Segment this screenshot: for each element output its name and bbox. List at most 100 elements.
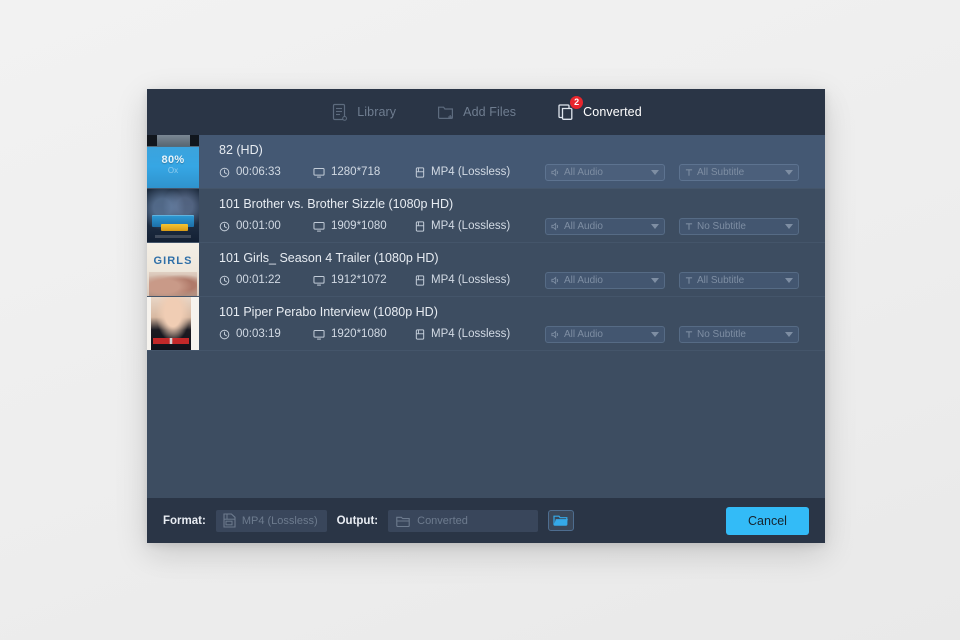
folder-open-icon xyxy=(553,514,569,527)
clock-icon xyxy=(219,221,230,232)
row-selects: All Audio All Subtitle xyxy=(545,272,799,289)
top-nav: Library Add Files xyxy=(328,100,644,124)
chevron-down-icon xyxy=(651,224,659,229)
audio-track-select[interactable]: All Audio xyxy=(545,218,665,235)
monitor-icon xyxy=(313,221,325,232)
file-format-icon xyxy=(415,329,425,340)
format-meta: MP4 (Lossless) xyxy=(415,220,535,232)
resolution-value: 1912*1072 xyxy=(331,274,387,286)
audio-track-value: All Audio xyxy=(564,329,647,340)
subtitle-t-icon xyxy=(685,222,693,231)
nav-item-converted-label: Converted xyxy=(583,105,642,119)
clock-icon xyxy=(219,275,230,286)
nav-item-library[interactable]: Library xyxy=(328,100,398,124)
file-title: 101 Piper Perabo Interview (1080p HD) xyxy=(219,305,811,319)
chevron-down-icon xyxy=(651,278,659,283)
thumbnail-overlay-text: GIRLS xyxy=(147,255,199,267)
duration-meta: 00:01:00 xyxy=(219,220,313,232)
nav-item-add-files-label: Add Files xyxy=(463,105,516,119)
speaker-icon xyxy=(551,222,560,231)
chevron-down-icon xyxy=(785,278,793,283)
duration-value: 00:03:19 xyxy=(236,328,281,340)
folder-icon xyxy=(396,515,410,527)
format-meta: MP4 (Lossless) xyxy=(415,328,535,340)
converted-file-list[interactable]: 80% Ox 82 (HD) 00:06:33 1280*718 xyxy=(147,135,825,498)
subtitle-track-select[interactable]: No Subtitle xyxy=(679,218,799,235)
row-body: 82 (HD) 00:06:33 1280*718 MP4 (Lossle xyxy=(199,135,825,188)
file-title: 82 (HD) xyxy=(219,143,811,157)
document-list-icon xyxy=(330,102,349,122)
subtitle-t-icon xyxy=(685,168,693,177)
folder-plus-icon xyxy=(436,102,455,122)
nav-item-converted[interactable]: 2 Converted xyxy=(554,100,644,124)
speaker-icon xyxy=(551,330,560,339)
chevron-down-icon xyxy=(785,170,793,175)
desktop-background: Library Add Files xyxy=(0,0,960,640)
format-value: MP4 (Lossless) xyxy=(431,220,510,232)
subtitle-track-value: All Subtitle xyxy=(697,275,781,286)
thumbnail: 80% Ox xyxy=(147,135,199,188)
speaker-icon xyxy=(551,168,560,177)
row-selects: All Audio No Subtitle xyxy=(545,218,799,235)
file-meta: 00:06:33 1280*718 MP4 (Lossless) xyxy=(219,164,811,181)
file-format-icon xyxy=(415,275,425,286)
duration-value: 00:01:22 xyxy=(236,274,281,286)
subtitle-track-value: All Subtitle xyxy=(697,167,781,178)
format-meta: MP4 (Lossless) xyxy=(415,166,535,178)
dialog-footer: Format: MP4 (Lossless) Output: Converted xyxy=(147,498,825,543)
resolution-meta: 1920*1080 xyxy=(313,328,415,340)
subtitle-track-value: No Subtitle xyxy=(697,221,781,232)
duration-meta: 00:03:19 xyxy=(219,328,313,340)
audio-track-select[interactable]: All Audio xyxy=(545,272,665,289)
table-row[interactable]: 101 Brother vs. Brother Sizzle (1080p HD… xyxy=(147,189,825,243)
thumbnail: GIRLS xyxy=(147,243,199,296)
subtitle-track-select[interactable]: All Subtitle xyxy=(679,272,799,289)
file-format-icon xyxy=(415,221,425,232)
thumbnail xyxy=(147,297,199,350)
monitor-icon xyxy=(313,167,325,178)
chevron-down-icon xyxy=(785,332,793,337)
monitor-icon xyxy=(313,329,325,340)
audio-track-value: All Audio xyxy=(564,167,647,178)
clock-icon xyxy=(219,167,230,178)
subtitle-track-select[interactable]: All Subtitle xyxy=(679,164,799,181)
format-label: Format: xyxy=(163,515,206,527)
file-meta: 00:01:00 1909*1080 MP4 (Lossless) xyxy=(219,218,811,235)
table-row[interactable]: 101 Piper Perabo Interview (1080p HD) 00… xyxy=(147,297,825,351)
row-body: 101 Girls_ Season 4 Trailer (1080p HD) 0… xyxy=(199,243,825,296)
file-meta: 00:03:19 1920*1080 MP4 (Lossless) xyxy=(219,326,811,343)
format-value: MP4 (Lossless) xyxy=(431,166,510,178)
thumbnail-overlay-subtext: Ox xyxy=(147,166,199,175)
subtitle-track-select[interactable]: No Subtitle xyxy=(679,326,799,343)
chevron-down-icon xyxy=(651,170,659,175)
audio-track-select[interactable]: All Audio xyxy=(545,164,665,181)
table-row[interactable]: GIRLS 101 Girls_ Season 4 Trailer (1080p… xyxy=(147,243,825,297)
table-row[interactable]: 80% Ox 82 (HD) 00:06:33 1280*718 xyxy=(147,135,825,189)
output-path-input[interactable]: Converted xyxy=(388,510,538,532)
format-selector[interactable]: MP4 (Lossless) xyxy=(216,510,327,532)
format-value: MP4 (Lossless) xyxy=(431,274,510,286)
resolution-meta: 1912*1072 xyxy=(313,274,415,286)
file-copy-icon: 2 xyxy=(556,102,575,122)
audio-track-select[interactable]: All Audio xyxy=(545,326,665,343)
row-body: 101 Brother vs. Brother Sizzle (1080p HD… xyxy=(199,189,825,242)
nav-item-library-label: Library xyxy=(357,105,396,119)
resolution-value: 1920*1080 xyxy=(331,328,387,340)
thumbnail-overlay-text: 80% xyxy=(147,154,199,166)
file-title: 101 Girls_ Season 4 Trailer (1080p HD) xyxy=(219,251,811,265)
subtitle-track-value: No Subtitle xyxy=(697,329,781,340)
converted-dialog-window: Library Add Files xyxy=(147,89,825,543)
dialog-titlebar: Library Add Files xyxy=(147,89,825,135)
resolution-value: 1280*718 xyxy=(331,166,380,178)
monitor-icon xyxy=(313,275,325,286)
browse-folder-button[interactable] xyxy=(548,510,574,531)
converted-count-badge: 2 xyxy=(570,96,583,109)
row-selects: All Audio All Subtitle xyxy=(545,164,799,181)
resolution-value: 1909*1080 xyxy=(331,220,387,232)
subtitle-t-icon xyxy=(685,330,693,339)
audio-track-value: All Audio xyxy=(564,221,647,232)
file-format-icon xyxy=(415,167,425,178)
cancel-button[interactable]: Cancel xyxy=(726,507,809,535)
nav-item-add-files[interactable]: Add Files xyxy=(434,100,518,124)
file-title: 101 Brother vs. Brother Sizzle (1080p HD… xyxy=(219,197,811,211)
